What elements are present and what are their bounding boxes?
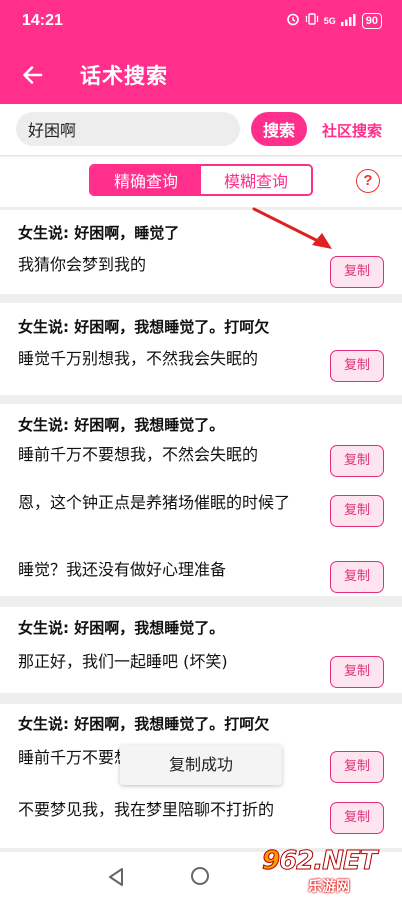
card-title: 女生说: 好困啊，我想睡觉了。打呵欠	[18, 715, 270, 733]
nav-home-icon[interactable]	[191, 867, 209, 885]
tab-exact-query[interactable]: 精确查询	[91, 166, 201, 194]
network-type-label: 5G	[323, 15, 336, 26]
annotation-arrow-icon	[252, 207, 332, 249]
card-title: 女生说: 好困啊，我想睡觉了。打呵欠	[18, 318, 270, 336]
search-input[interactable]	[16, 112, 240, 146]
copy-button[interactable]: 复制	[330, 495, 384, 527]
result-card: 女生说: 好困啊，睡觉了 我猜你会梦到我的 复制	[0, 210, 402, 294]
copy-button[interactable]: 复制	[330, 656, 384, 688]
battery-indicator: 90	[361, 12, 382, 29]
reply-text: 那正好，我们一起睡吧 (坏笑)	[18, 652, 228, 671]
card-title: 女生说: 好困啊，睡觉了	[18, 224, 180, 242]
search-bar: 搜索 社区搜索	[0, 104, 402, 156]
status-icons: 5G 90	[286, 12, 382, 29]
watermark-logo: 962.NET 乐游网	[261, 846, 398, 896]
watermark-subtitle: 乐游网	[308, 879, 350, 895]
card-title: 女生说: 好困啊，我想睡觉了。	[18, 416, 225, 434]
reply-text: 不要梦见我，我在梦里陪聊不打折的	[18, 800, 275, 819]
result-card: 女生说: 好困啊，我想睡觉了。 睡前千万不要想我，不然会失眠的 复制 恩，这个钟…	[0, 404, 402, 596]
question-circle-icon[interactable]: ?	[356, 169, 380, 193]
result-card: 女生说: 好困啊，我想睡觉了。打呵欠 睡觉千万别想我，不然我会失眠的 复制	[0, 303, 402, 395]
app-bar: 话术搜索	[0, 46, 402, 104]
vibrate-icon	[305, 12, 319, 29]
toast-message: 复制成功	[120, 745, 282, 785]
reply-text: 睡觉？我还没有做好心理准备	[18, 560, 227, 579]
signal-icon	[340, 13, 357, 29]
status-bar: 14:21 5G 90	[0, 0, 402, 46]
query-mode-row: 精确查询 模糊查询 ?	[0, 157, 402, 207]
reply-text: 睡前千万不要想我，不然会失眠的	[18, 445, 259, 464]
tab-fuzzy-query[interactable]: 模糊查询	[201, 166, 311, 194]
community-search-link[interactable]: 社区搜索	[322, 120, 382, 141]
query-mode-toggle: 精确查询 模糊查询	[89, 164, 313, 196]
card-title: 女生说: 好困啊，我想睡觉了。	[18, 619, 225, 637]
copy-button[interactable]: 复制	[330, 802, 384, 834]
nav-back-icon[interactable]	[107, 867, 125, 891]
watermark-logo-text: 962.NET	[261, 846, 377, 877]
status-time: 14:21	[22, 12, 63, 29]
copy-button[interactable]: 复制	[330, 751, 384, 783]
reply-text: 我猜你会梦到我的	[18, 255, 147, 274]
result-card: 女生说: 好困啊，我想睡觉了。 那正好，我们一起睡吧 (坏笑) 复制	[0, 607, 402, 693]
copy-button[interactable]: 复制	[330, 561, 384, 593]
search-button[interactable]: 搜索	[251, 112, 307, 146]
reply-text: 睡觉千万别想我，不然我会失眠的	[18, 349, 259, 368]
alarm-icon	[286, 12, 300, 29]
copy-button[interactable]: 复制	[330, 445, 384, 477]
page-title: 话术搜索	[80, 64, 168, 88]
copy-button[interactable]: 复制	[330, 256, 384, 288]
arrow-left-icon[interactable]	[20, 62, 46, 88]
copy-button[interactable]: 复制	[330, 350, 384, 382]
reply-text: 恩，这个钟正点是养猪场催眠的时候了	[18, 493, 291, 512]
